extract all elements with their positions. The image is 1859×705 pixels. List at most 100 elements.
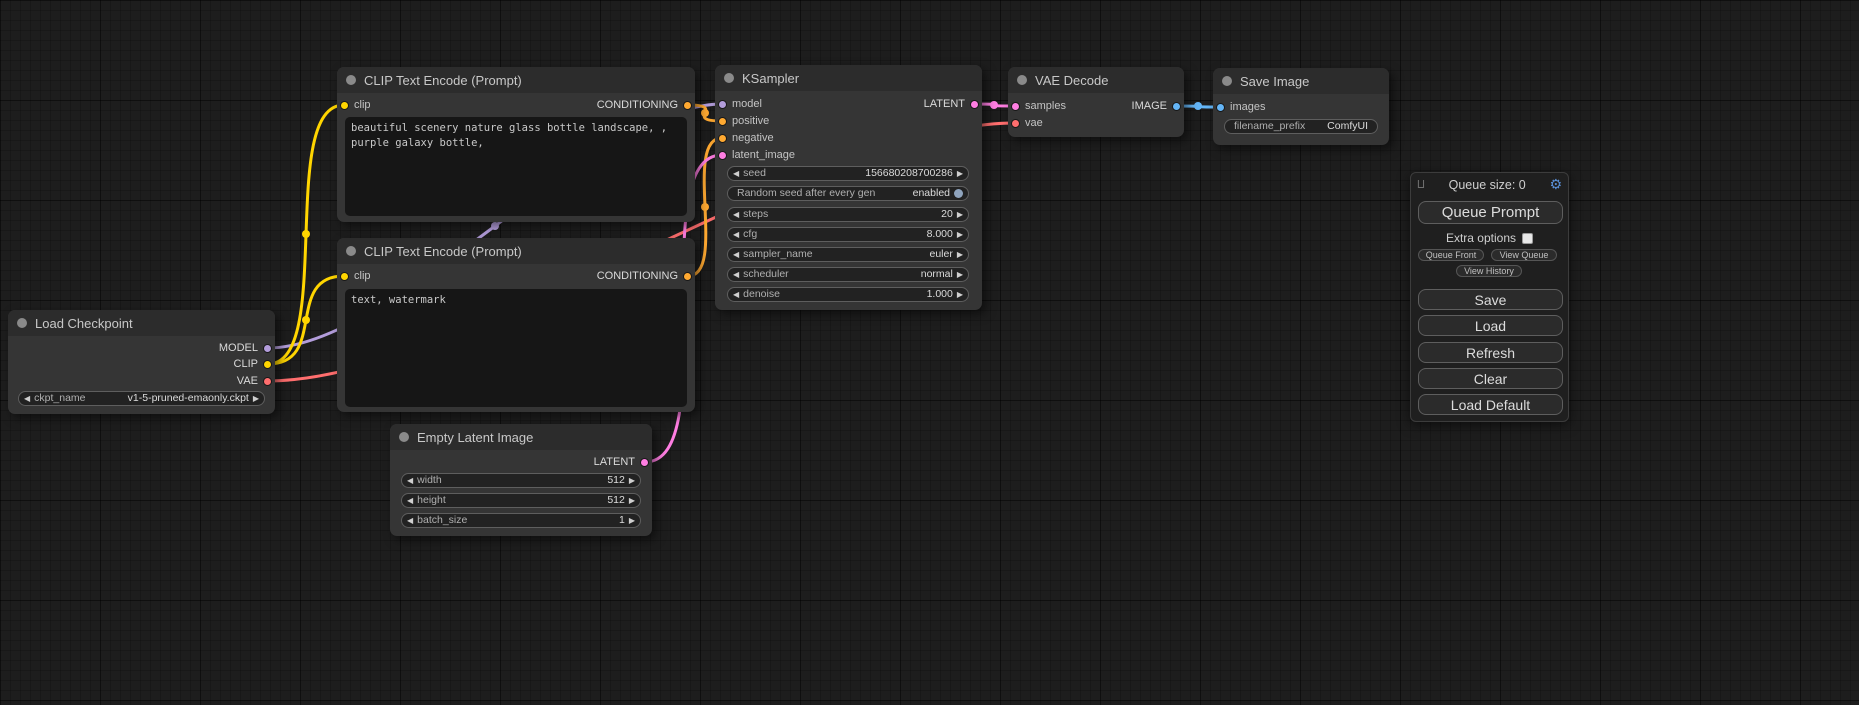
decrement-arrow-icon[interactable]: ◀ bbox=[407, 497, 413, 505]
positive-input-port[interactable] bbox=[718, 117, 727, 126]
increment-arrow-icon[interactable]: ▶ bbox=[957, 170, 963, 178]
model-input-port[interactable] bbox=[718, 100, 727, 109]
height-widget[interactable]: ◀ height 512 ▶ bbox=[401, 493, 641, 508]
clear-button[interactable]: Clear bbox=[1418, 368, 1563, 389]
collapse-dot-icon[interactable] bbox=[1017, 75, 1027, 85]
widget-value: enabled bbox=[913, 188, 950, 199]
widget-label: sampler_name bbox=[743, 249, 812, 260]
refresh-button[interactable]: Refresh bbox=[1418, 342, 1563, 363]
width-widget[interactable]: ◀ width 512 ▶ bbox=[401, 473, 641, 488]
output-label: LATENT bbox=[594, 456, 635, 468]
vae-output-port[interactable] bbox=[263, 377, 272, 386]
steps-widget[interactable]: ◀ steps 20 ▶ bbox=[727, 207, 969, 222]
queue-prompt-button[interactable]: Queue Prompt bbox=[1418, 201, 1563, 224]
decrement-arrow-icon[interactable]: ◀ bbox=[733, 251, 739, 259]
conditioning-output-port[interactable] bbox=[683, 272, 692, 281]
latent-image-input-port[interactable] bbox=[718, 151, 727, 160]
load-button[interactable]: Load bbox=[1418, 315, 1563, 336]
increment-arrow-icon[interactable]: ▶ bbox=[957, 231, 963, 239]
increment-arrow-icon[interactable]: ▶ bbox=[957, 251, 963, 259]
negative-input-port[interactable] bbox=[718, 134, 727, 143]
decrement-arrow-icon[interactable]: ◀ bbox=[733, 170, 739, 178]
panel-header: ⨿ Queue size: 0 ⚙ bbox=[1415, 176, 1564, 194]
wire-model-middot bbox=[491, 222, 499, 230]
node-empty-latent-image[interactable]: Empty Latent Image LATENT ◀ width 512 ▶ … bbox=[390, 424, 652, 536]
toggle-on-indicator[interactable] bbox=[954, 189, 963, 198]
node-clip-text-encode-negative[interactable]: CLIP Text Encode (Prompt) clip CONDITION… bbox=[337, 238, 695, 412]
drag-handle-icon[interactable]: ⨿ bbox=[1417, 178, 1425, 192]
node-title-bar[interactable]: CLIP Text Encode (Prompt) bbox=[337, 67, 695, 93]
save-button[interactable]: Save bbox=[1418, 289, 1563, 310]
output-slot-latent: LATENT bbox=[924, 97, 979, 111]
collapse-dot-icon[interactable] bbox=[399, 432, 409, 442]
node-load-checkpoint[interactable]: Load Checkpoint MODEL CLIP VAE ◀ ckpt_na… bbox=[8, 310, 275, 414]
denoise-widget[interactable]: ◀ denoise 1.000 ▶ bbox=[727, 287, 969, 302]
settings-gear-icon[interactable]: ⚙ bbox=[1549, 177, 1562, 193]
negative-prompt-textarea[interactable]: text, watermark bbox=[345, 289, 687, 407]
clip-input-port[interactable] bbox=[340, 272, 349, 281]
increment-arrow-icon[interactable]: ▶ bbox=[957, 271, 963, 279]
output-label: LATENT bbox=[924, 98, 965, 110]
decrement-arrow-icon[interactable]: ◀ bbox=[733, 271, 739, 279]
queue-front-button[interactable]: Queue Front bbox=[1418, 249, 1484, 261]
node-vae-decode[interactable]: VAE Decode samples IMAGE vae bbox=[1008, 67, 1184, 137]
batch-size-widget[interactable]: ◀ batch_size 1 ▶ bbox=[401, 513, 641, 528]
input-slot-samples: samples bbox=[1011, 99, 1066, 113]
collapse-dot-icon[interactable] bbox=[346, 246, 356, 256]
widget-value: 512 bbox=[607, 495, 625, 506]
output-label: MODEL bbox=[219, 342, 258, 354]
collapse-dot-icon[interactable] bbox=[346, 75, 356, 85]
samples-input-port[interactable] bbox=[1011, 102, 1020, 111]
widget-label: height bbox=[417, 495, 446, 506]
increment-arrow-icon[interactable]: ▶ bbox=[253, 395, 259, 403]
decrement-arrow-icon[interactable]: ◀ bbox=[733, 231, 739, 239]
random-seed-toggle-widget[interactable]: Random seed after every gen enabled bbox=[727, 186, 969, 201]
scheduler-widget[interactable]: ◀ scheduler normal ▶ bbox=[727, 267, 969, 282]
seed-widget[interactable]: ◀ seed 156680208700286 ▶ bbox=[727, 166, 969, 181]
increment-arrow-icon[interactable]: ▶ bbox=[629, 497, 635, 505]
node-title-bar[interactable]: Load Checkpoint bbox=[8, 310, 275, 336]
node-title-bar[interactable]: Empty Latent Image bbox=[390, 424, 652, 450]
ckpt-name-widget[interactable]: ◀ ckpt_name v1-5-pruned-emaonly.ckpt ▶ bbox=[18, 391, 265, 406]
view-history-button[interactable]: View History bbox=[1456, 265, 1522, 277]
positive-prompt-textarea[interactable]: beautiful scenery nature glass bottle la… bbox=[345, 117, 687, 216]
decrement-arrow-icon[interactable]: ◀ bbox=[407, 477, 413, 485]
decrement-arrow-icon[interactable]: ◀ bbox=[407, 517, 413, 525]
view-queue-button[interactable]: View Queue bbox=[1491, 249, 1557, 261]
clip-input-port[interactable] bbox=[340, 101, 349, 110]
image-output-port[interactable] bbox=[1172, 102, 1181, 111]
node-title-bar[interactable]: CLIP Text Encode (Prompt) bbox=[337, 238, 695, 264]
node-title-bar[interactable]: Save Image bbox=[1213, 68, 1389, 94]
filename-prefix-widget[interactable]: filename_prefix ComfyUI bbox=[1224, 119, 1378, 134]
node-title: Load Checkpoint bbox=[35, 316, 133, 331]
node-title-bar[interactable]: KSampler bbox=[715, 65, 982, 91]
node-title-bar[interactable]: VAE Decode bbox=[1008, 67, 1184, 93]
wire-image-middot bbox=[1194, 102, 1202, 110]
wire-clip-2-middot bbox=[302, 316, 310, 324]
latent-output-port[interactable] bbox=[970, 100, 979, 109]
increment-arrow-icon[interactable]: ▶ bbox=[957, 291, 963, 299]
conditioning-output-port[interactable] bbox=[683, 101, 692, 110]
decrement-arrow-icon[interactable]: ◀ bbox=[733, 211, 739, 219]
increment-arrow-icon[interactable]: ▶ bbox=[629, 517, 635, 525]
collapse-dot-icon[interactable] bbox=[17, 318, 27, 328]
sampler-name-widget[interactable]: ◀ sampler_name euler ▶ bbox=[727, 247, 969, 262]
model-output-port[interactable] bbox=[263, 344, 272, 353]
node-save-image[interactable]: Save Image images filename_prefix ComfyU… bbox=[1213, 68, 1389, 145]
extra-options-checkbox[interactable] bbox=[1522, 233, 1533, 244]
increment-arrow-icon[interactable]: ▶ bbox=[629, 477, 635, 485]
load-default-button[interactable]: Load Default bbox=[1418, 394, 1563, 415]
cfg-widget[interactable]: ◀ cfg 8.000 ▶ bbox=[727, 227, 969, 242]
collapse-dot-icon[interactable] bbox=[724, 73, 734, 83]
node-clip-text-encode-positive[interactable]: CLIP Text Encode (Prompt) clip CONDITION… bbox=[337, 67, 695, 222]
clip-output-port[interactable] bbox=[263, 360, 272, 369]
vae-input-port[interactable] bbox=[1011, 119, 1020, 128]
decrement-arrow-icon[interactable]: ◀ bbox=[24, 395, 30, 403]
increment-arrow-icon[interactable]: ▶ bbox=[957, 211, 963, 219]
latent-output-port[interactable] bbox=[640, 458, 649, 467]
widget-value: 20 bbox=[941, 209, 953, 220]
collapse-dot-icon[interactable] bbox=[1222, 76, 1232, 86]
decrement-arrow-icon[interactable]: ◀ bbox=[733, 291, 739, 299]
node-ksampler[interactable]: KSampler model LATENT positive negative … bbox=[715, 65, 982, 310]
images-input-port[interactable] bbox=[1216, 103, 1225, 112]
